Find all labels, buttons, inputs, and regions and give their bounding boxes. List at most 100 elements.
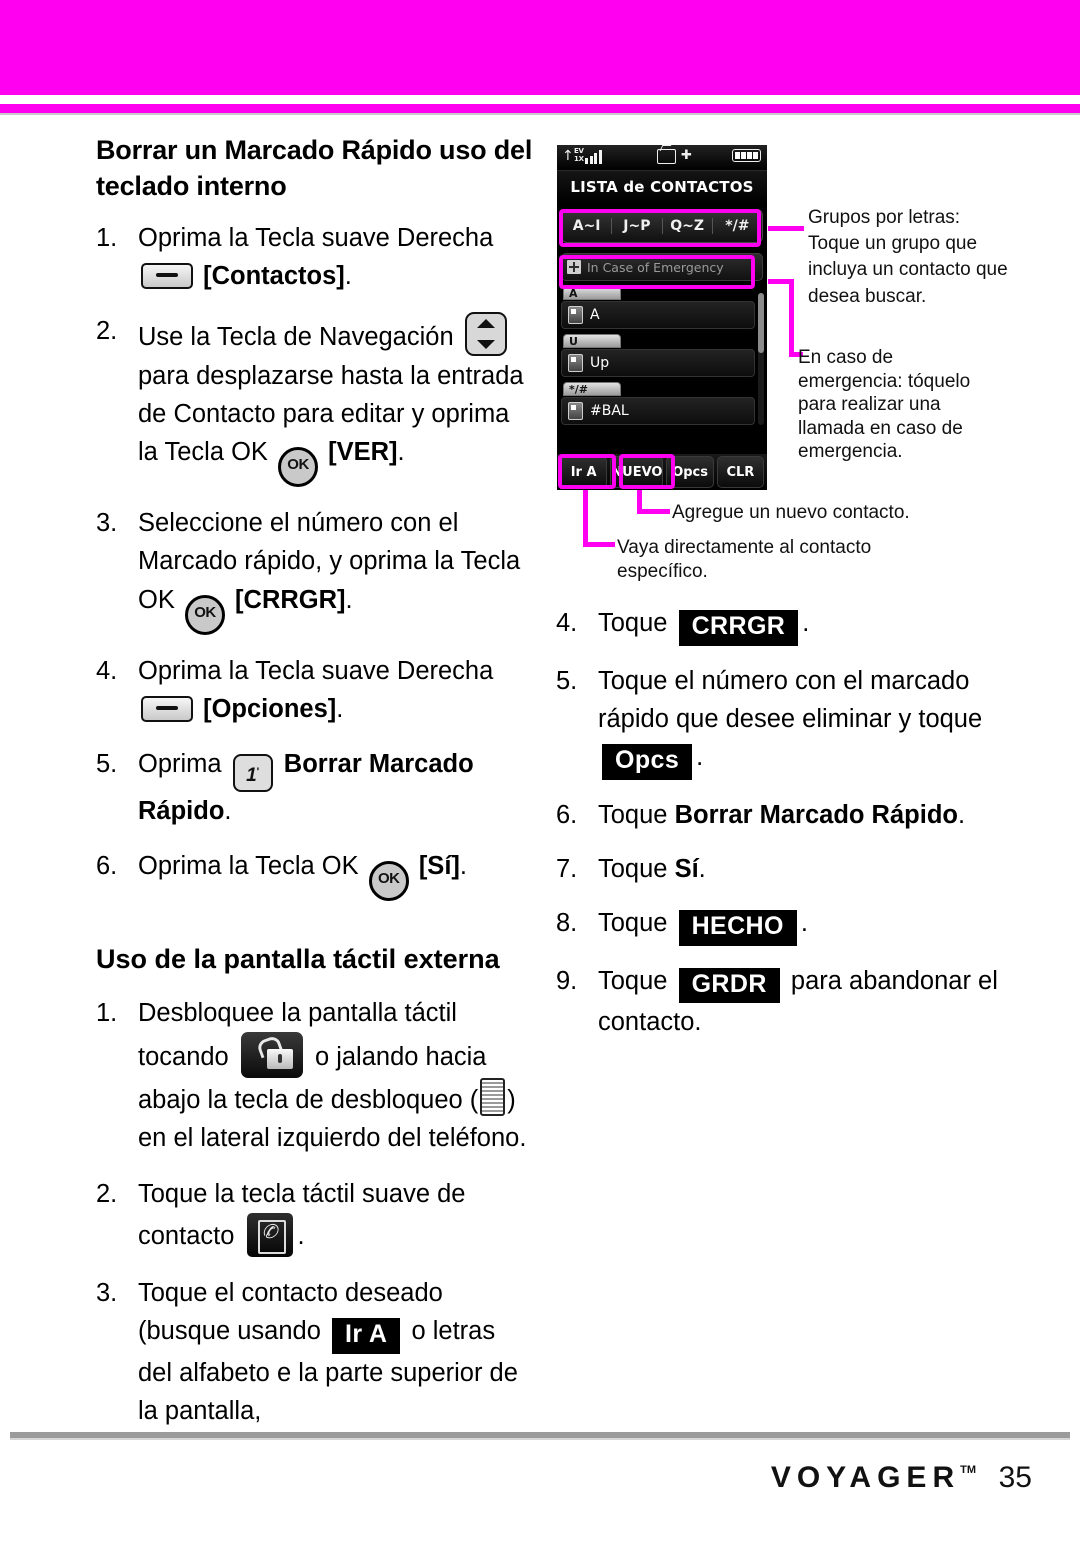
step-tail: . [336, 694, 344, 723]
callout-agregue-nuevo-contacto: Agregue un nuevo contacto. [672, 502, 910, 523]
step-number: 8. [556, 909, 578, 937]
leader-line-ira-horizontal [583, 542, 615, 547]
leader-line-nuevo-horizontal [637, 509, 670, 514]
header-rule-shadow [0, 113, 1080, 115]
phone-screen-title: LISTA de CONTACTOS [557, 171, 767, 203]
step-number: 4. [556, 609, 578, 637]
section-heading-1: Borrar un Marcado Rápido uso del teclado… [96, 135, 533, 202]
step-number: 6. [96, 852, 118, 881]
step-number: 9. [556, 966, 578, 995]
step-bold-label: Borrar Marcado Rápido [674, 800, 958, 829]
step-text: Toque [598, 909, 668, 937]
left-step-list-1: 1. Oprima la Tecla suave Derecha [Contac… [96, 219, 536, 902]
highlight-box-nuevo [619, 454, 675, 489]
step-bold-label: Sí [674, 854, 699, 883]
step-bold-label: [Contactos] [203, 262, 345, 291]
soft-key-icon [141, 695, 193, 722]
list-item: 3. Toque el contacto deseado (busque usa… [96, 1274, 536, 1430]
list-item: 8. Toque HECHO. [556, 904, 1026, 946]
contact-name: Up [590, 355, 610, 371]
section-heading-2: Uso de la pantalla táctil externa [96, 944, 500, 975]
step-text: Toque [598, 854, 668, 883]
step-bold-label: [VER] [328, 438, 398, 467]
contact-icon [568, 306, 583, 324]
left-column: Borrar un Marcado Rápido uso del teclado… [96, 132, 536, 1447]
step-tail: . [800, 909, 808, 937]
step-text: Toque [598, 609, 668, 637]
callout-vaya-directamente: Vaya directamente al contacto específico… [617, 537, 872, 582]
ev-1x-icon: EV 1X [574, 147, 584, 163]
list-item: 1. Oprima la Tecla suave Derecha [Contac… [96, 219, 536, 296]
step-number: 3. [96, 509, 118, 538]
step-number: 5. [96, 750, 118, 779]
step-text: Oprima la Tecla suave Derecha [138, 223, 494, 252]
table-row[interactable]: #BAL [561, 397, 755, 425]
leader-line-ice-vertical [789, 279, 794, 357]
step-tail: . [297, 1221, 305, 1250]
header-accent-rule [0, 104, 1080, 113]
contacts-touch-key-icon [246, 1212, 293, 1257]
step-text: Toque el número con el marcado rápido qu… [598, 666, 983, 733]
step-text: Toque [598, 966, 668, 995]
ok-key-icon: OK [278, 447, 319, 488]
step-number: 2. [96, 1179, 118, 1208]
step-tail: . [698, 854, 706, 883]
ir-a-button-label: Ir A [332, 1318, 401, 1354]
step-number: 5. [556, 666, 578, 695]
step-tail: . [802, 609, 810, 637]
left-step-list-2: 1. Desbloquee la pantalla táctil tocando… [96, 994, 536, 1430]
right-column: 4. Toque CRRGR. 5. Toque el número con e… [556, 604, 1026, 1057]
ok-key-icon: OK [368, 861, 409, 902]
step-tail: . [344, 262, 352, 291]
step-text: Use la Tecla de Navegación [138, 323, 454, 352]
list-item: 5. Toque el número con el marcado rápido… [556, 662, 1026, 780]
phone-screenshot: ↑ EV 1X ✚ LISTA de CONTACTOS A~I J~P Q~Z … [557, 145, 767, 490]
soft-key-icon [141, 263, 193, 290]
step-bold-label: [CRRGR] [235, 585, 346, 614]
right-step-list: 4. Toque CRRGR. 5. Toque el número con e… [556, 604, 1026, 1041]
opcs-button-label: Opcs [602, 744, 693, 780]
callout-en-caso-de-emergencia: En caso de emergencia: tóquelo para real… [798, 347, 971, 463]
scrollbar[interactable] [758, 293, 764, 425]
crrgr-button-label: CRRGR [678, 610, 799, 646]
list-item: 2. Use la Tecla de Navegación para despl… [96, 312, 536, 488]
unlock-padlock-icon [240, 1032, 303, 1079]
contact-icon [568, 354, 583, 372]
contact-icon [568, 402, 583, 420]
step-number: 1. [96, 998, 118, 1027]
soft-key-clr[interactable]: CLR [716, 456, 764, 488]
list-item: 4. Oprima la Tecla suave Derecha [Opcion… [96, 652, 536, 729]
contact-name: A [590, 307, 600, 323]
step-tail: . [345, 585, 353, 614]
leader-line-grupos [768, 226, 804, 231]
step-text: Toque [598, 800, 668, 829]
antenna-icon: ↑ [562, 148, 574, 164]
step-tail: . [696, 743, 704, 771]
ok-key-icon: OK [184, 594, 225, 635]
leader-line-ira-vertical [583, 490, 588, 547]
table-row[interactable]: Up [561, 349, 755, 377]
table-row[interactable]: A [561, 301, 755, 329]
list-item: 4. Toque CRRGR. [556, 604, 1026, 646]
step-text: Oprima la Tecla suave Derecha [138, 656, 494, 685]
list-item: 1. Desbloquee la pantalla táctil tocando… [96, 994, 536, 1158]
unlock-slider-key-icon [480, 1078, 506, 1117]
step-bold-label: [Sí] [418, 852, 460, 881]
step-tail: . [459, 852, 467, 881]
contact-name: #BAL [590, 403, 629, 419]
phone-status-bar: ↑ EV 1X ✚ [557, 145, 767, 171]
brand-wordmark: VOYAGERTM [770, 1461, 976, 1494]
highlight-box-group-tabs [559, 209, 761, 247]
list-item: 6. Toque Borrar Marcado Rápido. [556, 796, 1026, 834]
list-item: 3. Seleccione el número con el Marcado r… [96, 504, 536, 635]
list-item: 5. Oprima 1' Borrar Marcado Rápido. [96, 745, 536, 830]
grdr-button-label: GRDR [678, 967, 780, 1003]
step-text: Oprima [138, 750, 222, 779]
number-1-key-icon: 1' [232, 754, 273, 793]
step-number: 2. [96, 317, 118, 346]
list-item: 9. Toque GRDR para abandonar el contacto… [556, 962, 1026, 1042]
callout-grupos-por-letras: Grupos por letras: Toque un grupo que in… [808, 207, 1008, 307]
letter-divider: U [563, 334, 621, 348]
highlight-box-ice [559, 255, 755, 289]
step-number: 1. [96, 223, 118, 252]
